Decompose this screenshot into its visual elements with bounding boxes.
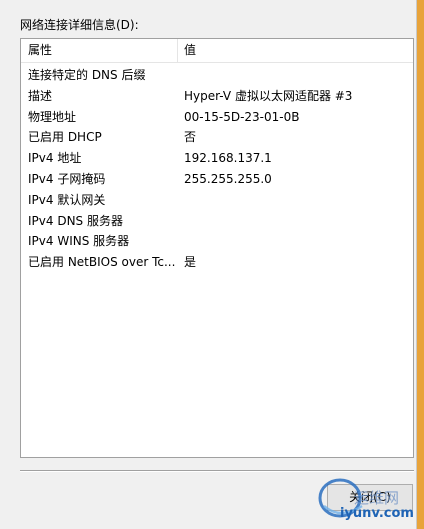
- column-header-value[interactable]: 值: [184, 39, 384, 62]
- details-group-label: 网络连接详细信息(D):: [20, 18, 139, 32]
- property-cell: 物理地址: [28, 109, 77, 124]
- listview-rows: 连接特定的 DNS 后缀 描述 Hyper-V 虚拟以太网适配器 #3 物理地址…: [21, 65, 413, 273]
- table-row[interactable]: IPv4 地址 192.168.137.1: [21, 148, 413, 169]
- close-button[interactable]: 关闭(C): [327, 484, 413, 511]
- table-row[interactable]: 已启用 NetBIOS over Tc... 是: [21, 252, 413, 273]
- window-border-accent: [417, 0, 424, 529]
- value-cell: 00-15-5D-23-01-0B: [184, 109, 300, 124]
- table-row[interactable]: 物理地址 00-15-5D-23-01-0B: [21, 107, 413, 128]
- value-cell: 是: [184, 255, 197, 270]
- value-cell: 否: [184, 130, 197, 145]
- property-cell: IPv4 子网掩码: [28, 171, 106, 186]
- listview-header: 属性 值: [21, 39, 413, 63]
- value-cell: 255.255.255.0: [184, 171, 272, 186]
- column-header-property[interactable]: 属性: [28, 39, 177, 62]
- property-cell: 连接特定的 DNS 后缀: [28, 68, 146, 82]
- details-listview[interactable]: 属性 值 连接特定的 DNS 后缀 描述 Hyper-V 虚拟以太网适配器 #3…: [20, 38, 414, 458]
- property-cell: IPv4 地址: [28, 151, 82, 166]
- property-cell: IPv4 默认网关: [28, 192, 106, 207]
- property-cell: 已启用 DHCP: [28, 130, 102, 145]
- column-divider[interactable]: [177, 39, 178, 62]
- table-row[interactable]: 描述 Hyper-V 虚拟以太网适配器 #3: [21, 86, 413, 107]
- value-cell: Hyper-V 虚拟以太网适配器 #3: [184, 88, 353, 103]
- property-cell: IPv4 DNS 服务器: [28, 213, 123, 228]
- table-row[interactable]: 连接特定的 DNS 后缀: [21, 65, 413, 86]
- value-cell: 192.168.137.1: [184, 151, 272, 166]
- property-cell: 已启用 NetBIOS over Tc...: [28, 255, 176, 270]
- dialog-separator-highlight: [20, 471, 414, 472]
- property-cell: IPv4 WINS 服务器: [28, 234, 130, 249]
- table-row[interactable]: IPv4 默认网关: [21, 190, 413, 211]
- table-row[interactable]: 已启用 DHCP 否: [21, 127, 413, 148]
- table-row[interactable]: IPv4 WINS 服务器: [21, 231, 413, 252]
- property-cell: 描述: [28, 88, 53, 103]
- table-row[interactable]: IPv4 子网掩码 255.255.255.0: [21, 169, 413, 190]
- table-row[interactable]: IPv4 DNS 服务器: [21, 211, 413, 232]
